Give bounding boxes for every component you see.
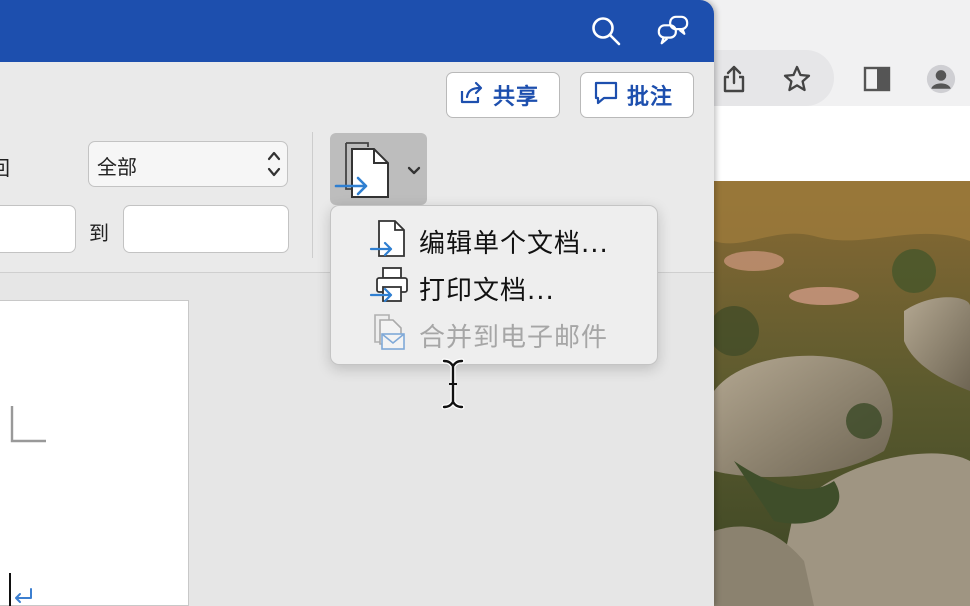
merge-documents-icon (334, 137, 394, 207)
record-from-input[interactable] (0, 205, 76, 253)
sidebar-icon[interactable] (862, 64, 892, 94)
browser-content-strip (690, 106, 970, 181)
comment-icon (593, 80, 619, 110)
records-select[interactable]: 全部 (88, 141, 288, 187)
record-to-input[interactable] (123, 205, 289, 253)
chevron-down-icon (407, 161, 421, 180)
comment-label: 批注 (627, 85, 674, 110)
finish-merge-menu: 编辑单个文档... 打印文档... 合并到电子邮件 (330, 205, 658, 365)
margin-corner-mark (10, 406, 48, 448)
profile-icon[interactable] (926, 64, 956, 94)
share-arrow-icon (459, 81, 485, 109)
records-select-value: 全部 (97, 155, 137, 179)
printer-arrow-icon (369, 265, 409, 305)
search-icon[interactable] (589, 14, 623, 48)
to-label: 到 (89, 221, 109, 245)
updown-chevron-icon (267, 147, 281, 181)
records-partial-label: 回 (0, 152, 10, 181)
menu-item-label: 合并到电子邮件 (419, 323, 609, 353)
menu-item-edit-individual[interactable]: 编辑单个文档... (331, 214, 657, 260)
menu-item-label: 编辑单个文档... (419, 229, 609, 259)
document-page[interactable] (0, 300, 189, 606)
share-icon[interactable] (719, 64, 749, 94)
comments-button[interactable]: 批注 (580, 72, 694, 118)
document-mail-icon (369, 312, 409, 352)
paragraph-mark-icon (12, 587, 34, 606)
ibeam-cursor-icon (441, 358, 465, 410)
bookmark-star-icon[interactable] (782, 64, 812, 94)
word-window: 共享 批注 回 全部 到 (0, 0, 714, 606)
finish-merge-button[interactable] (330, 133, 427, 205)
title-bar (0, 0, 714, 62)
menu-item-label: 打印文档... (419, 276, 555, 306)
desktop-wallpaper (714, 181, 970, 606)
menu-item-print-documents[interactable]: 打印文档... (331, 261, 657, 307)
ribbon-separator (312, 132, 313, 258)
document-arrow-icon (369, 218, 409, 258)
menu-item-merge-to-email[interactable]: 合并到电子邮件 (331, 308, 657, 354)
share-button[interactable]: 共享 (446, 72, 560, 118)
chat-bubbles-icon[interactable] (656, 14, 690, 48)
share-label: 共享 (493, 85, 540, 110)
